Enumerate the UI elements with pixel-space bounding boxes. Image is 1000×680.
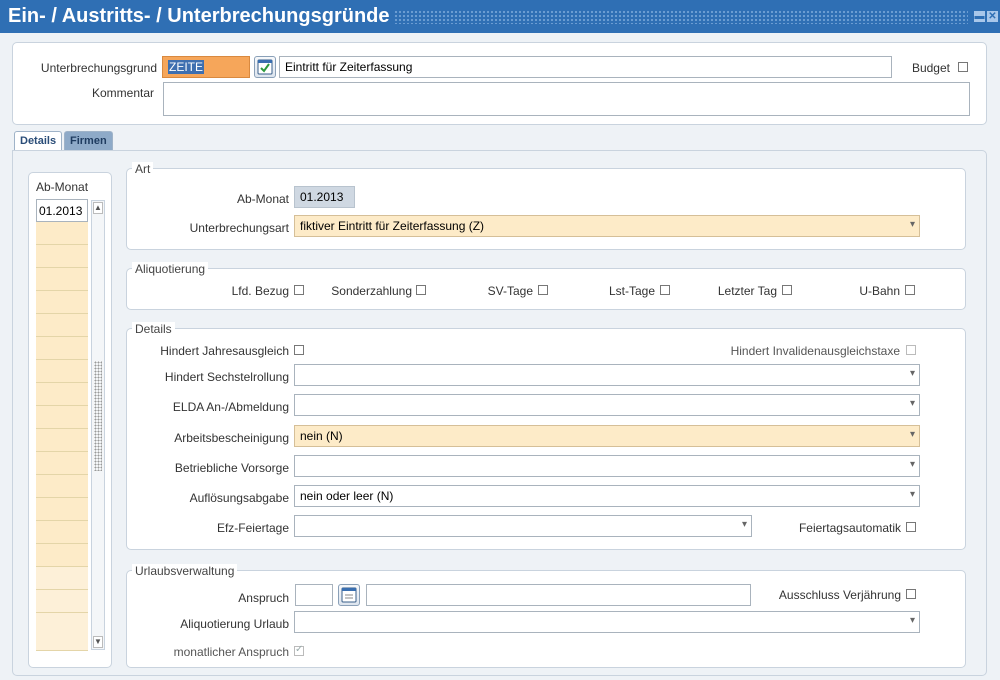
list-item[interactable]: [36, 452, 88, 475]
grund-code-value: ZEITE: [168, 60, 205, 74]
lst-tage-label: Lst-Tage: [608, 284, 655, 298]
list-item[interactable]: [36, 498, 88, 521]
jahresausgleich-label: Hindert Jahresausgleich: [160, 344, 289, 358]
sv-tage-checkbox[interactable]: [538, 285, 548, 295]
invalidenausgleich-checkbox[interactable]: [906, 345, 916, 355]
sonderzahlung-label: Sonderzahlung: [331, 284, 412, 298]
list-item[interactable]: [36, 590, 88, 613]
anspruch-text-field[interactable]: [366, 584, 751, 606]
sonderzahlung-checkbox[interactable]: [416, 285, 426, 295]
aliquot-urlaub-label: Aliquotierung Urlaub: [180, 617, 289, 631]
list-item[interactable]: [36, 544, 88, 567]
grund-label: Unterbrechungsgrund: [40, 61, 157, 75]
grund-code-field[interactable]: ZEITE: [162, 56, 250, 78]
lst-tage-checkbox[interactable]: [660, 285, 670, 295]
sechstel-label: Hindert Sechstelrollung: [164, 370, 289, 384]
list-item[interactable]: [36, 360, 88, 383]
anspruch-field[interactable]: [295, 584, 333, 606]
monatlich-label: monatlicher Anspruch: [173, 645, 289, 659]
calendar-check-icon: [257, 59, 273, 75]
sv-tage-label: SV-Tage: [487, 284, 533, 298]
list-item[interactable]: [36, 268, 88, 291]
window-title: Ein- / Austritts- / Unterbrechungsgründe: [8, 5, 390, 27]
grund-description-field[interactable]: Eintritt für Zeiterfassung: [279, 56, 892, 78]
feiertag-label: Feiertagsautomatik: [798, 521, 901, 535]
list-item[interactable]: [36, 521, 88, 544]
art-legend: Art: [132, 162, 154, 176]
titlebar-pattern: [393, 9, 968, 24]
close-icon[interactable]: ✕: [987, 11, 998, 22]
list-item[interactable]: [36, 337, 88, 360]
tab-details-label: Details: [20, 135, 57, 147]
calendar-icon: [341, 587, 357, 603]
vorsorge-select[interactable]: [294, 455, 920, 477]
sechstel-select[interactable]: [294, 364, 920, 386]
verjaehrung-label: Ausschluss Verjährung: [778, 588, 901, 602]
feiertag-checkbox[interactable]: [906, 522, 916, 532]
list-item[interactable]: [36, 383, 88, 406]
aliquotierung-legend: Aliquotierung: [132, 262, 209, 276]
list-item[interactable]: [36, 567, 88, 590]
list-item[interactable]: [36, 475, 88, 498]
invalidenausgleich-label: Hindert Invalidenausgleichstaxe: [730, 344, 900, 358]
vorsorge-label: Betriebliche Vorsorge: [174, 461, 289, 475]
u-bahn-label: U-Bahn: [859, 284, 900, 298]
list-item[interactable]: [36, 222, 88, 245]
verjaehrung-checkbox[interactable]: [906, 589, 916, 599]
unterbrechungsart-label: Unterbrechungsart: [189, 221, 289, 235]
aufloesung-select[interactable]: nein oder leer (N): [294, 485, 920, 507]
calendar-button[interactable]: [338, 584, 360, 606]
list-item[interactable]: [36, 314, 88, 337]
art-fieldset: [126, 168, 966, 250]
letzter-tag-checkbox[interactable]: [782, 285, 792, 295]
scroll-down-icon[interactable]: ▼: [93, 636, 103, 648]
efz-select[interactable]: [294, 515, 752, 537]
letzter-tag-label: Letzter Tag: [717, 284, 777, 298]
list-item[interactable]: [36, 245, 88, 268]
list-item[interactable]: [36, 406, 88, 429]
aufloesung-label: Auflösungsabgabe: [189, 491, 289, 505]
efz-label: Efz-Feiertage: [216, 521, 289, 535]
ab-monat-label: Ab-Monat: [236, 192, 289, 206]
kommentar-label: Kommentar: [91, 86, 154, 100]
arbeitsbescheinigung-label: Arbeitsbescheinigung: [174, 431, 289, 445]
lookup-button[interactable]: [254, 56, 276, 78]
list-item[interactable]: [36, 429, 88, 452]
month-list-header: Ab-Monat: [36, 180, 89, 194]
unterbrechungsart-select[interactable]: fiktiver Eintritt für Zeiterfassung (Z): [294, 215, 920, 237]
tab-firmen[interactable]: Firmen: [64, 131, 113, 150]
window-titlebar: Ein- / Austritts- / Unterbrechungsgründe…: [0, 0, 1000, 33]
anspruch-label: Anspruch: [238, 591, 289, 605]
monatlich-checkbox[interactable]: [294, 644, 304, 656]
u-bahn-checkbox[interactable]: [905, 285, 915, 295]
scroll-grip-icon[interactable]: [94, 361, 102, 471]
minimize-icon[interactable]: ▬: [974, 11, 985, 22]
budget-checkbox[interactable]: [958, 62, 968, 72]
list-item[interactable]: [36, 291, 88, 314]
elda-select[interactable]: [294, 394, 920, 416]
urlaub-legend: Urlaubsverwaltung: [132, 564, 238, 578]
jahresausgleich-checkbox[interactable]: [294, 345, 304, 355]
tab-firmen-label: Firmen: [70, 135, 107, 147]
list-item[interactable]: 01.2013: [36, 199, 88, 222]
budget-label: Budget: [911, 61, 950, 75]
list-item[interactable]: [36, 613, 88, 651]
aliquot-urlaub-select[interactable]: [294, 611, 920, 633]
details-legend: Details: [132, 322, 175, 336]
kommentar-field[interactable]: [163, 82, 970, 116]
lfd-bezug-label: Lfd. Bezug: [231, 284, 289, 298]
month-list-scrollbar[interactable]: ▲ ▼: [91, 200, 105, 650]
lfd-bezug-checkbox[interactable]: [294, 285, 304, 295]
elda-label: ELDA An-/Abmeldung: [172, 400, 289, 414]
ab-monat-field[interactable]: 01.2013: [294, 186, 355, 208]
list-item-label: 01.2013: [39, 204, 83, 218]
scroll-up-icon[interactable]: ▲: [93, 202, 103, 214]
arbeitsbescheinigung-select[interactable]: nein (N): [294, 425, 920, 447]
tab-details[interactable]: Details: [14, 131, 63, 150]
